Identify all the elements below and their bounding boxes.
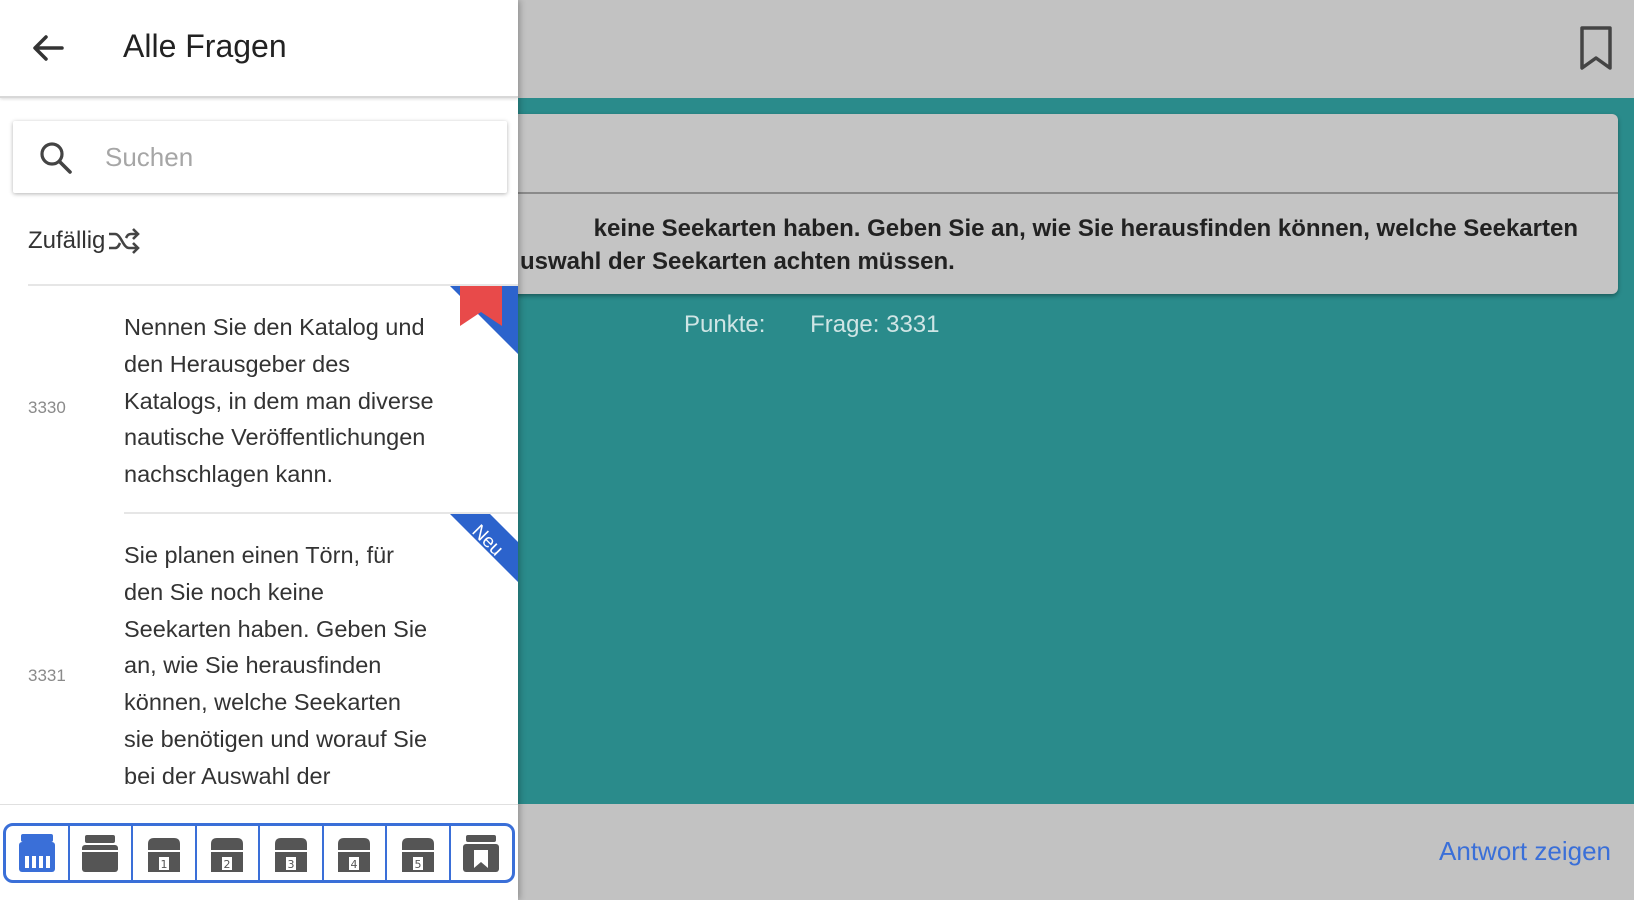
box-number: 5	[414, 858, 421, 871]
bookmarked-box-icon	[463, 835, 500, 872]
list-item[interactable]: 3331 Sie planen einen Törn, für den Sie …	[28, 513, 518, 806]
search-icon	[40, 142, 72, 174]
all-boxes-icon	[18, 834, 55, 872]
search-input[interactable]	[105, 135, 485, 179]
list-item[interactable]: 3330 Nennen Sie den Katalog und den Hera…	[28, 286, 518, 514]
box-3-icon: 3	[274, 838, 307, 872]
tab-bookmarked[interactable]	[451, 826, 513, 880]
tab-box-5[interactable]: 5	[387, 826, 451, 880]
show-answer-button[interactable]: Antwort zeigen	[1439, 836, 1611, 867]
box-number: 4	[351, 858, 358, 871]
tab-box-4[interactable]: 4	[324, 826, 387, 880]
points-label: Punkte:	[684, 311, 766, 338]
random-label: Zufällig	[28, 227, 106, 254]
tab-box-1[interactable]: 1	[133, 826, 197, 880]
bookmark-icon[interactable]	[1576, 24, 1616, 72]
drawer-title: Alle Fragen	[123, 28, 287, 64]
tab-box-2[interactable]: 2	[197, 826, 260, 880]
box-1-icon: 1	[147, 838, 180, 872]
question-preview: Nennen Sie den Katalog und den Herausgeb…	[124, 314, 434, 488]
box-number: 2	[224, 858, 231, 871]
box-tabs: 1 2 3 4 5	[3, 823, 515, 883]
shuffle-icon	[109, 228, 141, 254]
tab-box[interactable]	[70, 826, 133, 880]
question-meta: Punkte: Frage: 3331	[684, 311, 977, 339]
question-list[interactable]: 3330 Nennen Sie den Katalog und den Hera…	[28, 284, 518, 806]
box-2-icon: 2	[211, 838, 244, 872]
random-button[interactable]: Zufällig	[28, 226, 141, 256]
box-number: 1	[160, 858, 167, 871]
box-icon	[82, 835, 119, 872]
question-number-label: Frage: 3331	[810, 311, 940, 338]
box-5-icon: 5	[401, 838, 434, 872]
tab-all-boxes[interactable]	[6, 826, 70, 880]
box-number: 3	[287, 858, 294, 871]
tab-box-3[interactable]: 3	[260, 826, 324, 880]
question-preview: Sie planen einen Törn, für den Sie noch …	[124, 541, 428, 789]
back-arrow-icon[interactable]	[28, 28, 68, 68]
question-number: 3331	[28, 665, 66, 685]
box-4-icon: 4	[338, 838, 371, 872]
drawer-header: Alle Fragen	[0, 0, 518, 98]
search-box	[13, 121, 507, 193]
bookmark-ribbon-icon	[450, 286, 518, 354]
question-number: 3330	[28, 398, 66, 417]
question-drawer: Alle Fragen Zufällig 3330 Nennen Sie den…	[0, 0, 518, 900]
